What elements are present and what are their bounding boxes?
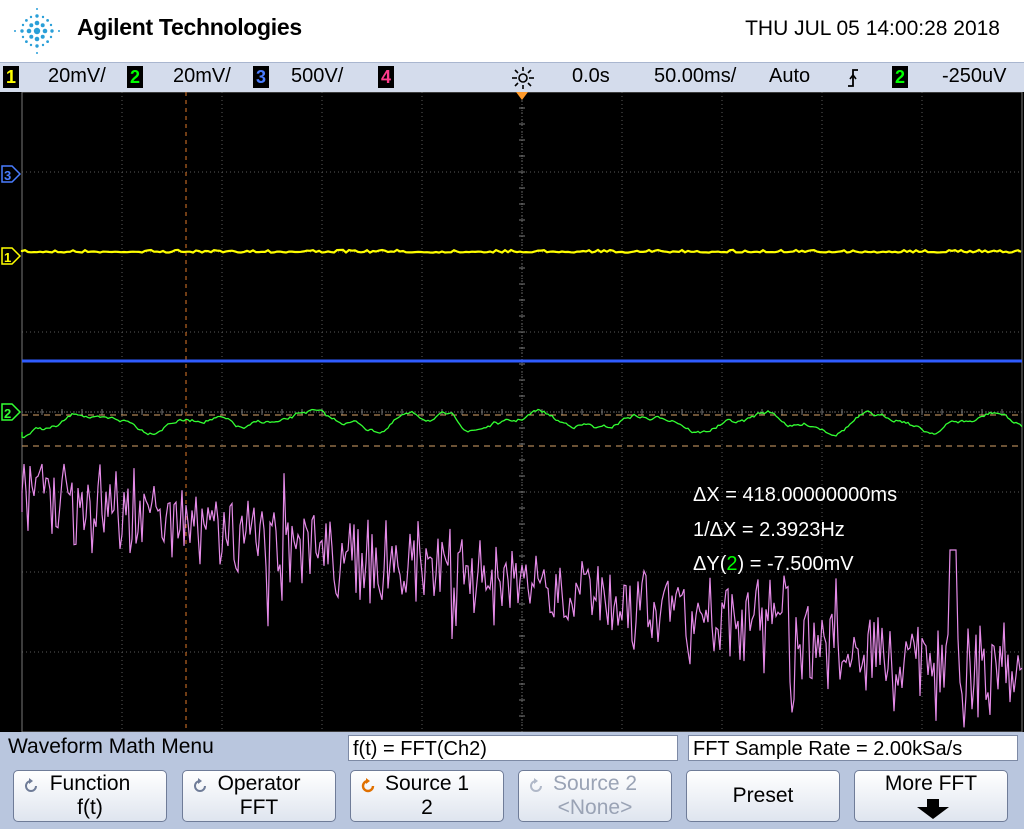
ch2-scale: 20mV/ <box>173 65 231 87</box>
agilent-logo-icon <box>14 8 60 54</box>
trigger-mode: Auto <box>769 65 811 87</box>
preset-softkey[interactable]: Preset <box>686 770 840 822</box>
source2-label: Source 2 <box>552 772 638 795</box>
operator-label: Operator <box>217 772 301 795</box>
source1-label: Source 1 <box>384 772 470 795</box>
time-delay: 0.0s <box>572 65 610 87</box>
menu-title: Waveform Math Menu <box>8 735 214 758</box>
function-softkey[interactable]: Function f(t) <box>13 770 167 822</box>
source1-softkey[interactable]: Source 1 2 <box>350 770 504 822</box>
channel-markers: 3 1 2 <box>1 165 22 421</box>
trigger-source-indicator[interactable]: 2 <box>892 66 908 88</box>
datetime: THU JUL 05 14:00:28 2018 <box>745 17 1000 40</box>
trigger-edge-icon <box>848 69 858 87</box>
delta-y-value: ) = -7.500mV <box>737 553 854 575</box>
operator-value: FFT <box>239 796 279 819</box>
delta-y-prefix: ΔY( <box>693 553 727 575</box>
run-state-icon <box>512 67 534 89</box>
ch3-indicator[interactable]: 3 <box>253 66 269 88</box>
operator-softkey[interactable]: Operator FFT <box>182 770 336 822</box>
softkey-menu: Waveform Math Menu f(t) = FFT(Ch2) FFT S… <box>0 732 1024 829</box>
ch1-trace <box>20 248 1022 254</box>
status-bar: 1 20mV/ 2 20mV/ 3 500V/ 4 0.0s 50.00ms/ … <box>0 62 1024 93</box>
source1-value: 2 <box>421 796 433 819</box>
ch1-marker-label: 1 <box>4 250 11 265</box>
waveform-display[interactable]: 312 ΔX = 418.00000000ms 1/ΔX = 2.3923Hz … <box>0 92 1024 732</box>
more-fft-label: More FFT <box>884 772 978 795</box>
ch4-indicator[interactable]: 4 <box>378 66 394 88</box>
header: Agilent Technologies THU JUL 05 14:00:28… <box>0 0 1024 62</box>
trigger-position-icon <box>516 92 528 100</box>
source2-softkey[interactable]: Source 2 <None> <box>518 770 672 822</box>
waveform-canvas: 3 1 2 <box>1 92 1023 732</box>
graticule <box>21 92 1023 732</box>
more-fft-softkey[interactable]: More FFT <box>854 770 1008 822</box>
delta-x-readout: ΔX = 418.00000000ms <box>693 484 898 506</box>
source2-value: <None> <box>557 796 633 819</box>
ch1-indicator[interactable]: 1 <box>3 66 19 88</box>
delta-y-channel: 2 <box>726 553 738 575</box>
delta-y-readout: ΔY(2) = -7.500mV <box>693 553 854 576</box>
fft-sample-rate: FFT Sample Rate = 2.00kSa/s <box>688 735 1018 761</box>
ch3-scale: 500V/ <box>291 65 344 87</box>
math-formula: f(t) = FFT(Ch2) <box>348 735 678 761</box>
function-value: f(t) <box>77 796 103 819</box>
timebase: 50.00ms/ <box>654 65 737 87</box>
ch2-indicator[interactable]: 2 <box>127 66 143 88</box>
preset-label: Preset <box>732 784 794 807</box>
arrow-down-icon <box>917 799 949 819</box>
brand-name: Agilent Technologies <box>77 14 302 40</box>
ch1-scale: 20mV/ <box>48 65 106 87</box>
inverse-delta-x-readout: 1/ΔX = 2.3923Hz <box>693 519 845 541</box>
ch3-marker-label: 3 <box>4 168 11 183</box>
trigger-level: -250uV <box>942 65 1007 87</box>
ch2-marker-label: 2 <box>4 406 11 421</box>
function-label: Function <box>49 772 131 795</box>
